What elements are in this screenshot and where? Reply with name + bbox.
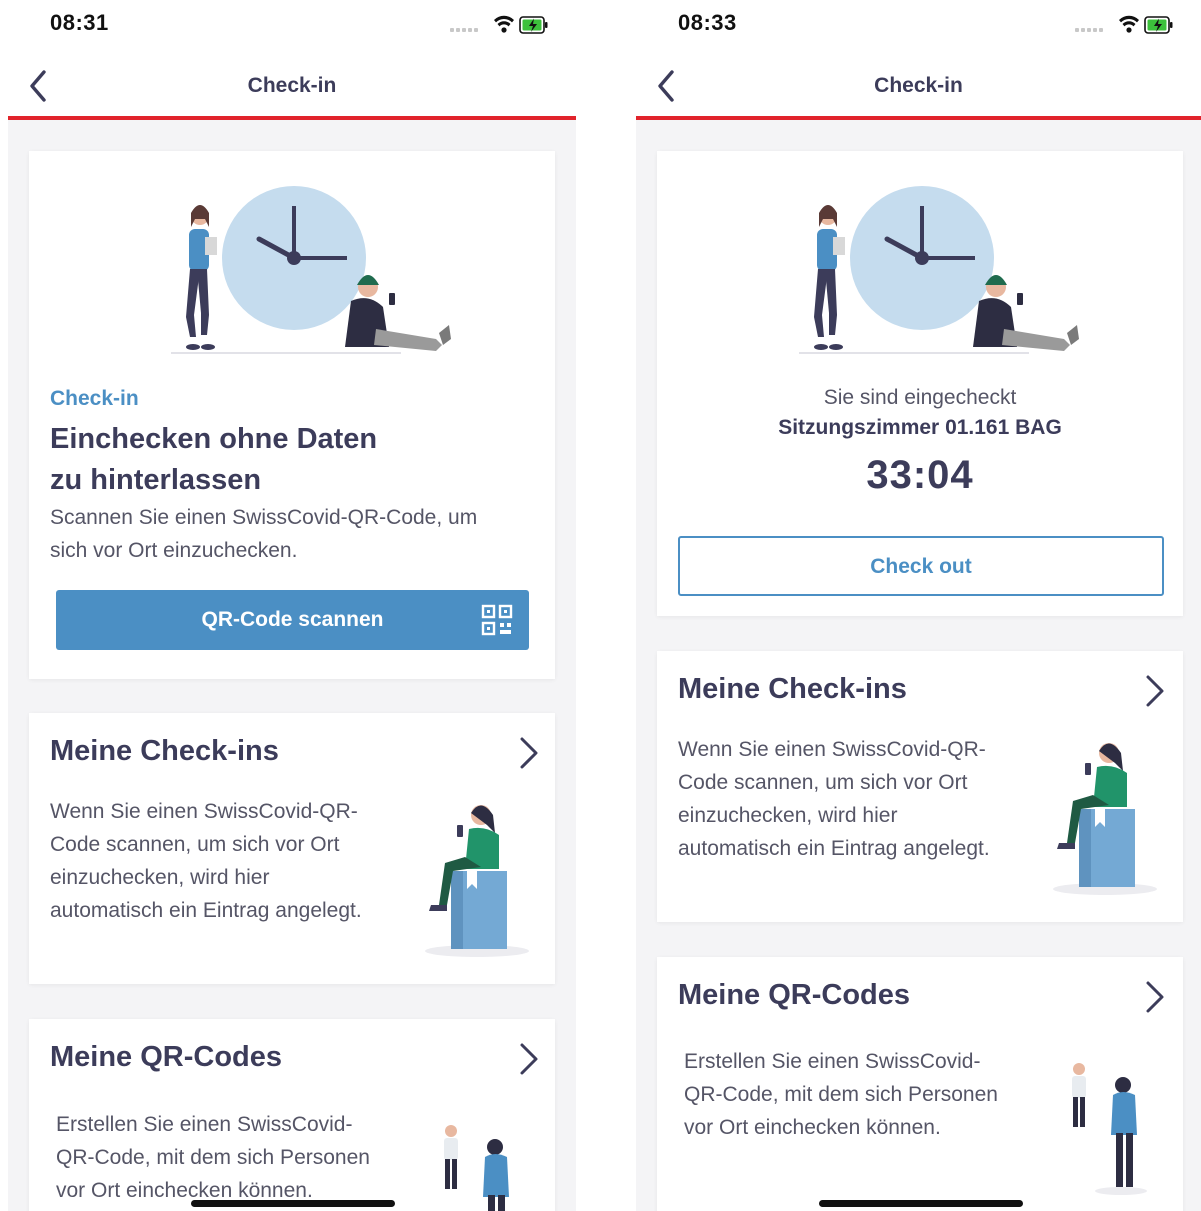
my-qrcodes-card[interactable]: Meine QR-Codes Erstellen Sie einen Swiss… [29, 1019, 555, 1211]
description-line: Erstellen Sie einen SwissCovid- [684, 1050, 981, 1073]
description-line: vor Ort einchecken können. [684, 1116, 941, 1139]
checkin-title-line: Einchecken ohne Daten [50, 423, 378, 455]
status-icons [1075, 15, 1173, 34]
clock-illustration [171, 186, 451, 354]
signal-icon [450, 28, 478, 32]
battery-icon [519, 16, 548, 34]
qr-scan-button[interactable]: QR-Code scannen [56, 590, 529, 650]
description-line: automatisch ein Eintrag angelegt. [678, 837, 990, 860]
qr-code-icon [481, 604, 513, 636]
checkin-description: Scannen Sie einen SwissCovid-QR-Code, um… [50, 501, 477, 567]
chevron-right-icon[interactable] [514, 1041, 542, 1077]
my-checkins-title: Meine Check-ins [50, 735, 279, 767]
wifi-icon [1119, 15, 1139, 33]
my-checkins-description: Wenn Sie einen SwissCovid-QR- Code scann… [678, 733, 990, 865]
description-line: QR-Code, mit dem sich Personen [684, 1083, 998, 1106]
my-checkins-card[interactable]: Meine Check-ins Wenn Sie einen SwissCovi… [657, 651, 1183, 922]
my-checkins-card[interactable]: Meine Check-ins Wenn Sie einen SwissCovi… [29, 713, 555, 984]
reading-person-illustration [1053, 743, 1157, 895]
description-line: einzuchecken, wird hier [50, 866, 270, 889]
description-line: sich vor Ort einzuchecken. [50, 539, 298, 562]
description-line: Code scannen, um sich vor Ort [50, 833, 340, 856]
status-bar: 08:33 [636, 0, 1201, 56]
clock-illustration [799, 186, 1079, 354]
checkin-timer: 33:04 [866, 453, 974, 497]
phone-screen-left: 08:31 Check-in Check-in Einchecken ohne … [8, 0, 576, 1211]
two-people-illustration [1072, 1063, 1147, 1195]
checked-in-card: Sie sind eingecheckt Sitzungszimmer 01.1… [657, 151, 1183, 616]
nav-title: Check-in [874, 74, 963, 97]
nav-title: Check-in [247, 74, 337, 97]
checkin-eyebrow: Check-in [50, 387, 139, 410]
checkout-button[interactable]: Check out [678, 536, 1164, 596]
home-indicator [191, 1200, 395, 1207]
description-line: Erstellen Sie einen SwissCovid- [56, 1113, 353, 1136]
chevron-right-icon[interactable] [514, 735, 542, 771]
description-line: automatisch ein Eintrag angelegt. [50, 899, 362, 922]
signal-icon [1075, 28, 1103, 32]
my-qrcodes-description: Erstellen Sie einen SwissCovid- QR-Code,… [684, 1045, 998, 1144]
status-icons [450, 15, 548, 34]
qr-scan-button-label: QR-Code scannen [201, 608, 384, 631]
nav-bar: Check-in [636, 56, 1201, 120]
status-time: 08:33 [678, 10, 737, 35]
checkin-location: Sitzungszimmer 01.161 BAG [778, 416, 1062, 439]
description-line: QR-Code, mit dem sich Personen [56, 1146, 370, 1169]
my-qrcodes-title: Meine QR-Codes [678, 979, 911, 1011]
checkin-card: Check-in Einchecken ohne Daten zu hinter… [29, 151, 555, 679]
description-line: einzuchecken, wird hier [678, 804, 898, 827]
my-qrcodes-description: Erstellen Sie einen SwissCovid- QR-Code,… [56, 1108, 370, 1207]
description-line: Wenn Sie einen SwissCovid-QR- [50, 800, 358, 823]
chevron-right-icon[interactable] [1140, 673, 1168, 709]
reading-person-illustration [425, 805, 529, 957]
status-time: 08:31 [50, 10, 109, 35]
wifi-icon [494, 15, 514, 33]
nav-bar: Check-in [8, 56, 576, 120]
description-line: Wenn Sie einen SwissCovid-QR- [678, 738, 986, 761]
my-qrcodes-title: Meine QR-Codes [50, 1041, 283, 1073]
checkin-title-line: zu hinterlassen [50, 464, 262, 496]
description-line: Code scannen, um sich vor Ort [678, 771, 968, 794]
description-line: Scannen Sie einen SwissCovid-QR-Code, um [50, 506, 478, 529]
checkout-button-label: Check out [870, 555, 972, 578]
status-bar: 08:31 [8, 0, 576, 56]
home-indicator [819, 1200, 1023, 1207]
phone-screen-right: 08:33 Check-in Sie sind eingecheckt Sitz… [636, 0, 1201, 1211]
battery-icon [1144, 16, 1173, 34]
two-people-illustration [444, 1125, 509, 1211]
checkin-status-text: Sie sind eingecheckt [823, 386, 1017, 409]
chevron-right-icon[interactable] [1140, 979, 1168, 1015]
checkin-title: Einchecken ohne Daten zu hinterlassen [50, 419, 377, 501]
my-qrcodes-card[interactable]: Meine QR-Codes Erstellen Sie einen Swiss… [657, 957, 1183, 1211]
my-checkins-description: Wenn Sie einen SwissCovid-QR- Code scann… [50, 795, 362, 927]
my-checkins-title: Meine Check-ins [678, 673, 907, 705]
